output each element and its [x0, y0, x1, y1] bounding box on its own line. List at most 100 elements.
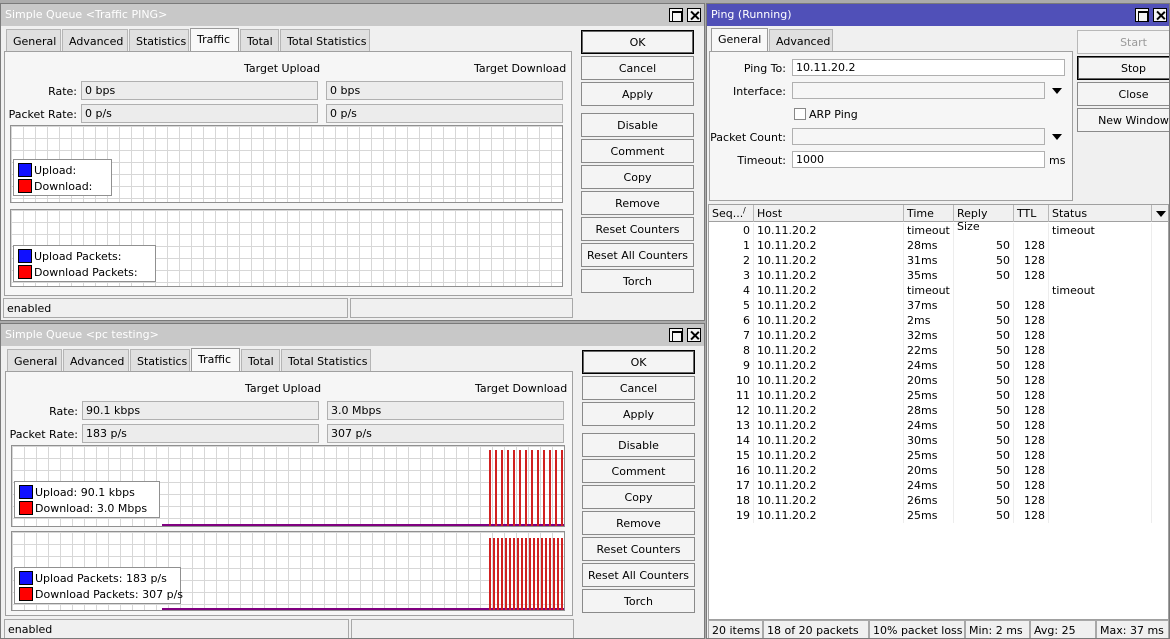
comment-button[interactable]: Comment — [582, 459, 695, 483]
tab-advanced[interactable]: Advanced — [63, 349, 129, 371]
reset-counters-button[interactable]: Reset Counters — [581, 217, 694, 241]
ok-button[interactable]: OK — [581, 30, 694, 54]
close-icon[interactable] — [1153, 8, 1167, 22]
start-button[interactable]: Start — [1077, 30, 1169, 54]
disable-button[interactable]: Disable — [581, 113, 694, 137]
tab-total[interactable]: Total — [240, 29, 279, 51]
table-cell: 50 — [954, 493, 1014, 508]
table-cell: 10.11.20.2 — [754, 493, 904, 508]
column-header-seq[interactable]: Seq... / — [709, 205, 754, 222]
status-packet-loss: 10% packet loss — [869, 620, 965, 638]
table-row[interactable]: 11 10.11.20.2 25ms 50 128 — [709, 388, 1152, 403]
table-row[interactable]: 15 10.11.20.2 25ms 50 128 — [709, 448, 1152, 463]
table-row[interactable]: 4 10.11.20.2 timeout timeout — [709, 283, 1152, 298]
table-row[interactable]: 18 10.11.20.2 26ms 50 128 — [709, 493, 1152, 508]
table-row[interactable]: 13 10.11.20.2 24ms 50 128 — [709, 418, 1152, 433]
interface-select[interactable] — [792, 82, 1045, 99]
close-icon[interactable] — [687, 8, 701, 22]
tab-total[interactable]: Total — [241, 349, 280, 371]
comment-button[interactable]: Comment — [581, 139, 694, 163]
packets-legend: Upload Packets: Download Packets: — [13, 245, 156, 282]
ping-to-input[interactable]: 10.11.20.2 — [792, 59, 1065, 76]
reset-all-counters-button[interactable]: Reset All Counters — [582, 563, 695, 587]
target-download-heading: Target Download — [475, 382, 568, 395]
apply-button[interactable]: Apply — [582, 402, 695, 426]
cancel-button[interactable]: Cancel — [581, 56, 694, 80]
tab-traffic[interactable]: Traffic — [191, 348, 240, 372]
tab-total-statistics[interactable]: Total Statistics — [281, 349, 371, 371]
table-row[interactable]: 3 10.11.20.2 35ms 50 128 — [709, 268, 1152, 283]
maximize-icon[interactable] — [669, 8, 683, 22]
packet-rate-download-field: 0 p/s — [326, 104, 563, 123]
table-cell — [1049, 343, 1152, 358]
table-row[interactable]: 10 10.11.20.2 20ms 50 128 — [709, 373, 1152, 388]
packet-count-dropdown-icon[interactable] — [1052, 134, 1062, 140]
table-row[interactable]: 7 10.11.20.2 32ms 50 128 — [709, 328, 1152, 343]
tab-total-statistics[interactable]: Total Statistics — [280, 29, 370, 51]
tab-general[interactable]: General — [711, 28, 768, 52]
apply-button[interactable]: Apply — [581, 82, 694, 106]
table-row[interactable]: 17 10.11.20.2 24ms 50 128 — [709, 478, 1152, 493]
table-cell: 50 — [954, 298, 1014, 313]
table-row[interactable]: 9 10.11.20.2 24ms 50 128 — [709, 358, 1152, 373]
window-titlebar[interactable]: Ping (Running) — [707, 4, 1169, 26]
table-cell: 10.11.20.2 — [754, 268, 904, 283]
status-bar: enabled — [4, 619, 349, 638]
column-header-status[interactable]: Status — [1049, 205, 1152, 222]
packet-rate-label: Packet Rate: — [8, 108, 77, 121]
rate-label: Rate: — [48, 85, 77, 98]
torch-button[interactable]: Torch — [582, 589, 695, 613]
tab-statistics[interactable]: Statistics — [129, 29, 189, 51]
table-row[interactable]: 12 10.11.20.2 28ms 50 128 — [709, 403, 1152, 418]
stop-button[interactable]: Stop — [1077, 56, 1169, 80]
table-row[interactable]: 1 10.11.20.2 28ms 50 128 — [709, 238, 1152, 253]
timeout-input[interactable]: 1000 — [792, 151, 1045, 168]
torch-button[interactable]: Torch — [581, 269, 694, 293]
remove-button[interactable]: Remove — [582, 511, 695, 535]
column-menu-icon[interactable] — [1156, 211, 1166, 217]
column-header-time[interactable]: Time — [904, 205, 954, 222]
tab-advanced[interactable]: Advanced — [769, 29, 833, 51]
tab-traffic[interactable]: Traffic — [190, 28, 239, 52]
copy-button[interactable]: Copy — [581, 165, 694, 189]
window-titlebar[interactable]: Simple Queue <pc testing> — [1, 324, 704, 346]
table-row[interactable]: 16 10.11.20.2 20ms 50 128 — [709, 463, 1152, 478]
table-cell: 11 — [709, 388, 754, 403]
column-header-reply-size[interactable]: Reply Size — [954, 205, 1014, 233]
reset-all-counters-button[interactable]: Reset All Counters — [581, 243, 694, 267]
table-cell: 10.11.20.2 — [754, 238, 904, 253]
table-cell: 15 — [709, 448, 754, 463]
column-header-host[interactable]: Host — [754, 205, 904, 222]
tab-statistics[interactable]: Statistics — [130, 349, 190, 371]
table-row[interactable]: 2 10.11.20.2 31ms 50 128 — [709, 253, 1152, 268]
close-button[interactable]: Close — [1077, 82, 1169, 106]
remove-button[interactable]: Remove — [581, 191, 694, 215]
maximize-icon[interactable] — [669, 328, 683, 342]
close-icon[interactable] — [687, 328, 701, 342]
table-row[interactable]: 5 10.11.20.2 37ms 50 128 — [709, 298, 1152, 313]
cancel-button[interactable]: Cancel — [582, 376, 695, 400]
reset-counters-button[interactable]: Reset Counters — [582, 537, 695, 561]
status-max: Max: 37 ms — [1096, 620, 1169, 638]
table-row[interactable]: 14 10.11.20.2 30ms 50 128 — [709, 433, 1152, 448]
tab-general[interactable]: General — [6, 29, 61, 51]
column-header-ttl[interactable]: TTL — [1014, 205, 1049, 222]
new-window-button[interactable]: New Window — [1077, 108, 1169, 132]
ok-button[interactable]: OK — [582, 350, 695, 374]
window-titlebar[interactable]: Simple Queue <Traffic PING> — [1, 4, 704, 26]
legend-upload: Upload: — [34, 164, 77, 177]
maximize-icon[interactable] — [1135, 8, 1149, 22]
packet-count-select[interactable] — [792, 128, 1045, 145]
tab-general[interactable]: General — [7, 349, 62, 371]
arp-ping-checkbox[interactable] — [794, 108, 806, 120]
table-cell: 12 — [709, 403, 754, 418]
table-row[interactable]: 6 10.11.20.2 2ms 50 128 — [709, 313, 1152, 328]
table-row[interactable]: 19 10.11.20.2 25ms 50 128 — [709, 508, 1152, 523]
disable-button[interactable]: Disable — [582, 433, 695, 457]
copy-button[interactable]: Copy — [582, 485, 695, 509]
table-row[interactable]: 0 10.11.20.2 timeout timeout — [709, 223, 1152, 238]
table-cell: 128 — [1014, 358, 1049, 373]
interface-dropdown-icon[interactable] — [1052, 88, 1062, 94]
tab-advanced[interactable]: Advanced — [62, 29, 128, 51]
table-row[interactable]: 8 10.11.20.2 22ms 50 128 — [709, 343, 1152, 358]
